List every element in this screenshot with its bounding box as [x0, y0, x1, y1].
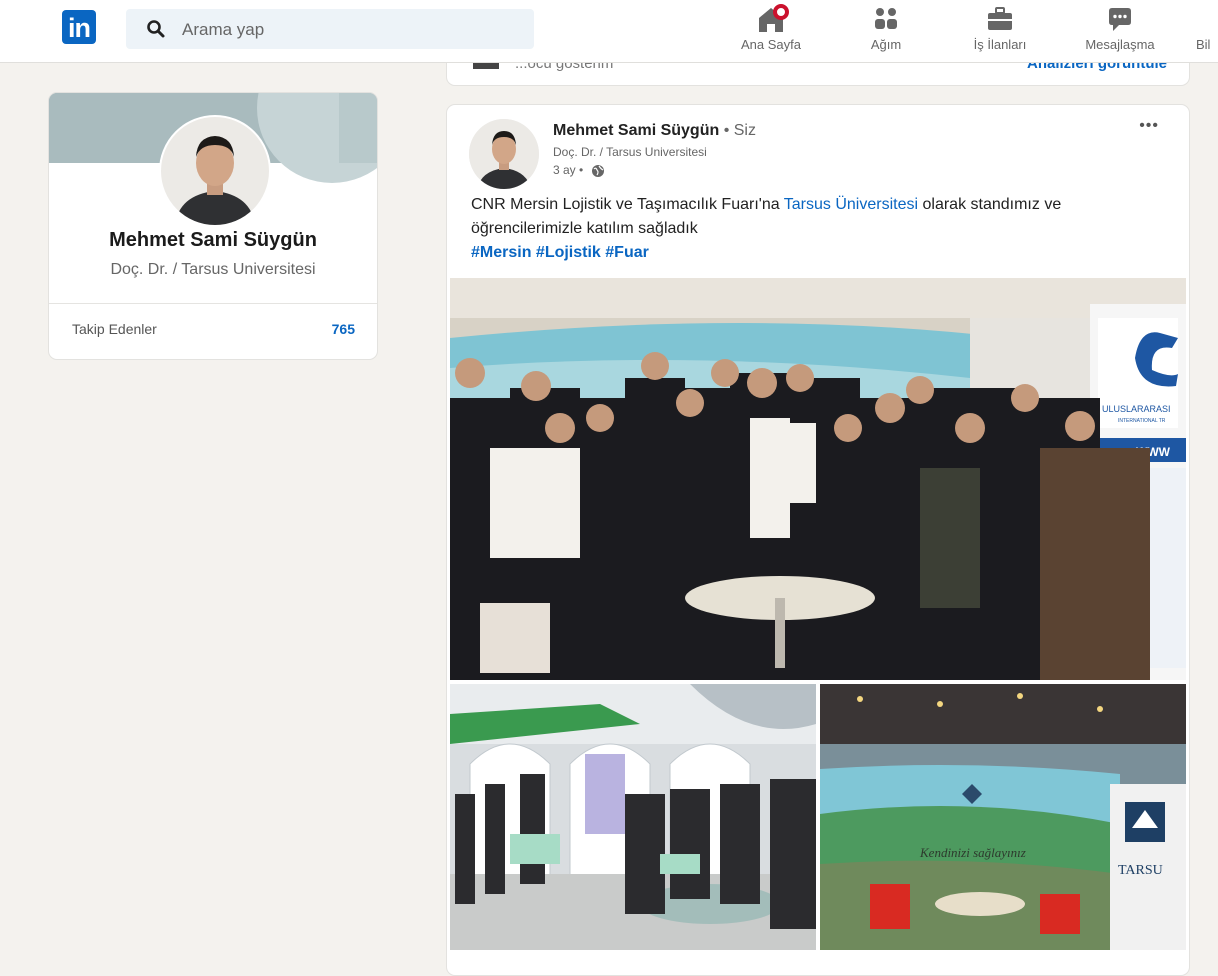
- profile-headline: Doç. Dr. / Tarsus Universitesi: [110, 261, 316, 278]
- nav-notifications-label: Bil: [1196, 37, 1211, 52]
- post-photo-3[interactable]: Kendinizi sağlayınız TARSU: [820, 684, 1186, 950]
- followers-count[interactable]: 765: [332, 321, 355, 337]
- post-author-headline: Doç. Dr. / Tarsus Universitesi: [553, 145, 707, 159]
- author-suffix: • Siz: [723, 122, 756, 139]
- search-bar[interactable]: [126, 9, 534, 51]
- search-icon: [147, 20, 165, 38]
- feed-post: Mehmet Sami Süygün • Siz Doç. Dr. / Tars…: [446, 104, 1190, 976]
- nav-jobs-label: İş İlanları: [973, 37, 1027, 52]
- divider: [49, 303, 377, 304]
- nav-network-label: Ağım: [870, 37, 902, 52]
- nav-network[interactable]: Ağım: [856, 4, 916, 58]
- notifications-icon: [1196, 4, 1218, 34]
- post-photo-main[interactable]: ULUSLARARASI INTERNATIONAL TR WWW: [450, 278, 1186, 680]
- profile-avatar[interactable]: [159, 115, 271, 227]
- profile-name[interactable]: Mehmet Sami Süygün: [49, 229, 377, 252]
- more-options-icon[interactable]: •••: [1139, 117, 1159, 135]
- top-navigation: in Ana Sayfa Ağım: [0, 0, 1218, 63]
- author-name-text[interactable]: Mehmet Sami Süygün: [553, 122, 719, 139]
- linkedin-logo[interactable]: in: [62, 10, 96, 44]
- post-photo-2[interactable]: [450, 684, 816, 950]
- jobs-icon: [960, 4, 1040, 34]
- hashtags-link[interactable]: #Mersin #Lojistik #Fuar: [471, 244, 649, 261]
- home-icon: [733, 4, 809, 34]
- profile-card: Mehmet Sami Süygün Doç. Dr. / Tarsus Uni…: [48, 92, 378, 360]
- nav-messaging-label: Mesajlaşma: [1085, 37, 1155, 52]
- post-author-avatar[interactable]: [469, 119, 539, 189]
- company-mention-link[interactable]: Tarsus Üniversitesi: [784, 196, 918, 213]
- globe-icon: [591, 164, 604, 177]
- network-icon: [856, 4, 916, 34]
- post-time: 3 ay •: [553, 163, 605, 178]
- nav-home-label: Ana Sayfa: [741, 37, 801, 52]
- booth-sign-sub: INTERNATIONAL TR: [1118, 418, 1166, 424]
- nav-notifications[interactable]: Bil: [1196, 4, 1218, 58]
- post-author-name[interactable]: Mehmet Sami Süygün • Siz: [553, 122, 756, 140]
- nav-messaging[interactable]: Mesajlaşma: [1072, 4, 1168, 58]
- followers-label[interactable]: Takip Edenler: [72, 321, 157, 337]
- banner-text: TARSU: [1118, 863, 1163, 878]
- booth-sign-text: ULUSLARARASI: [1102, 404, 1171, 414]
- post-time-text: 3 ay •: [553, 163, 584, 177]
- messaging-icon: [1072, 4, 1168, 34]
- nav-home[interactable]: Ana Sayfa: [733, 4, 809, 58]
- search-input[interactable]: [180, 9, 514, 51]
- wall-text: Kendinizi sağlayınız: [919, 845, 1026, 860]
- post-text-part1: CNR Mersin Lojistik ve Taşımacılık Fuarı…: [471, 196, 784, 213]
- notification-dot: [773, 4, 789, 20]
- post-text: CNR Mersin Lojistik ve Taşımacılık Fuarı…: [471, 193, 1161, 265]
- nav-jobs[interactable]: İş İlanları: [960, 4, 1040, 58]
